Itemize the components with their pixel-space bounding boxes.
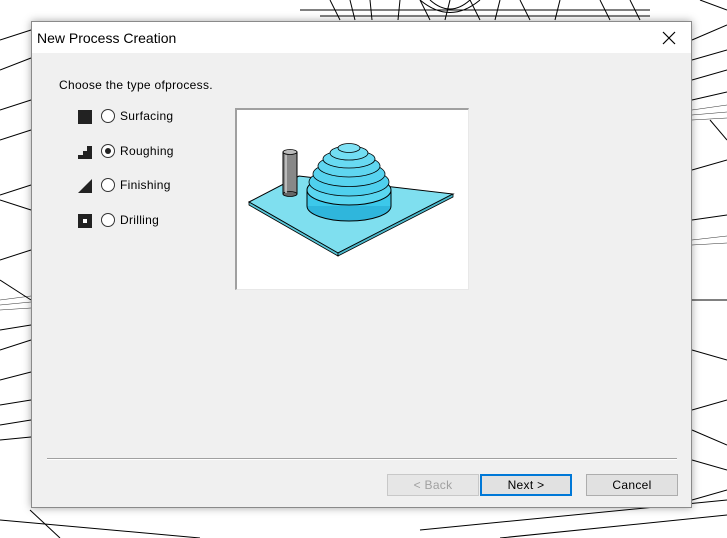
new-process-dialog: New Process Creation Choose the type ofp…	[31, 21, 692, 508]
drilling-icon	[78, 214, 92, 228]
dialog-title: New Process Creation	[37, 30, 177, 46]
cancel-button[interactable]: Cancel	[586, 474, 678, 496]
title-bar: New Process Creation	[32, 22, 691, 53]
footer-separator	[47, 458, 677, 460]
back-button[interactable]: < Back	[387, 474, 479, 496]
option-drilling[interactable]: Drilling	[77, 211, 217, 231]
option-roughing[interactable]: Roughing	[77, 142, 217, 162]
drilling-label: Drilling	[120, 213, 160, 227]
finishing-label: Finishing	[120, 178, 171, 192]
option-surfacing[interactable]: Surfacing	[77, 107, 217, 127]
close-button[interactable]	[647, 22, 691, 53]
drilling-radio[interactable]	[101, 213, 115, 227]
process-preview	[235, 108, 469, 290]
option-finishing[interactable]: Finishing	[77, 176, 217, 196]
roughing-radio[interactable]	[101, 144, 115, 158]
surfacing-radio[interactable]	[101, 109, 115, 123]
next-button[interactable]: Next >	[480, 474, 572, 496]
surfacing-icon	[78, 110, 92, 124]
finishing-radio[interactable]	[101, 178, 115, 192]
roughing-label: Roughing	[120, 144, 174, 158]
roughing-icon	[78, 146, 92, 159]
surfacing-label: Surfacing	[120, 109, 174, 123]
close-icon	[662, 31, 676, 44]
finishing-icon	[78, 179, 92, 193]
roughing-preview-illustration	[247, 143, 455, 257]
process-type-prompt: Choose the type ofprocess.	[59, 78, 213, 92]
